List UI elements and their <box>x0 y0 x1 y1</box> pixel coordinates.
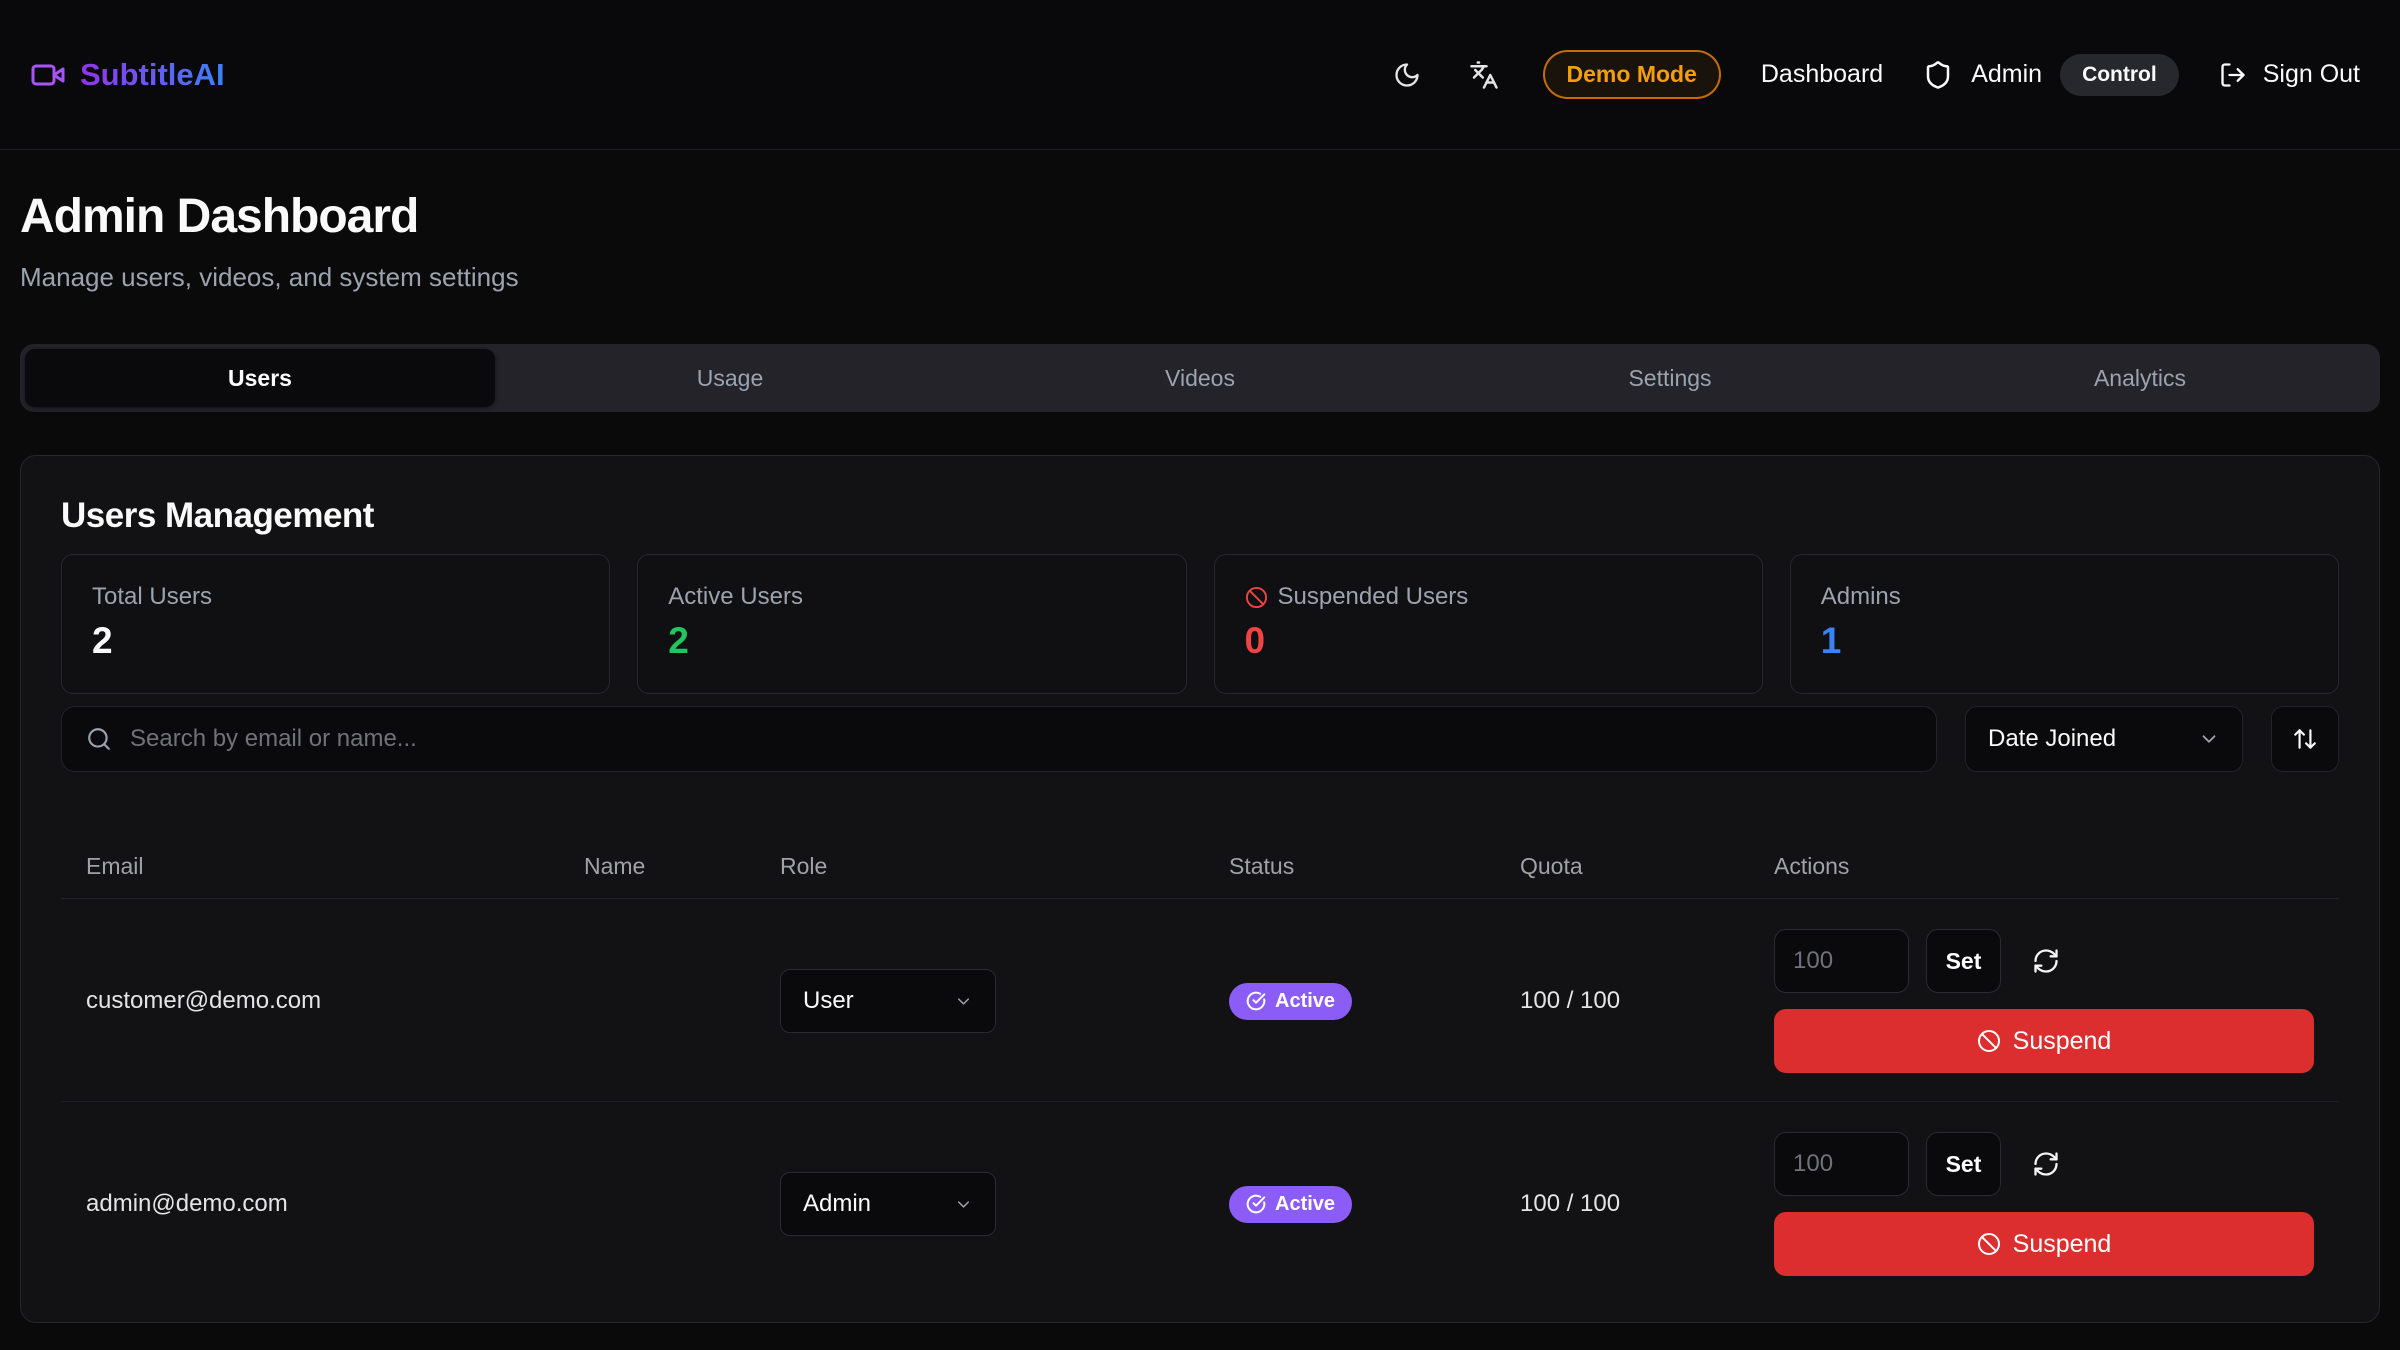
panel-heading: Users Management <box>61 496 2339 536</box>
tab-videos[interactable]: Videos <box>965 349 1435 407</box>
shield-icon <box>1923 60 1953 90</box>
suspend-label: Suspend <box>2013 1027 2112 1056</box>
sign-out-button[interactable]: Sign Out <box>2219 60 2360 89</box>
quota-input[interactable] <box>1774 1132 1909 1196</box>
sort-direction-button[interactable] <box>2271 706 2339 772</box>
sort-field-select[interactable]: Date Joined <box>1965 706 2243 772</box>
stat-value: 2 <box>92 620 579 662</box>
top-nav: Demo Mode Dashboard Admin Control Sign O… <box>1389 50 2360 99</box>
users-table: Email Name Role Status Quota Actions cus… <box>61 828 2339 1304</box>
column-header-actions: Actions <box>1774 853 2339 880</box>
ban-icon <box>1245 586 1268 609</box>
sign-out-label: Sign Out <box>2263 60 2360 89</box>
column-header-name: Name <box>584 853 780 880</box>
languages-icon <box>1469 60 1499 90</box>
refresh-icon <box>2032 947 2060 975</box>
column-header-status: Status <box>1229 853 1520 880</box>
user-email: customer@demo.com <box>61 987 584 1015</box>
admin-label: Admin <box>1971 60 2042 89</box>
tab-usage[interactable]: Usage <box>495 349 965 407</box>
stat-card-total-users: Total Users 2 <box>61 554 610 694</box>
status-label: Active <box>1275 990 1335 1013</box>
stat-card-admins: Admins 1 <box>1790 554 2339 694</box>
stat-card-active-users: Active Users 2 <box>637 554 1186 694</box>
row-actions: Set Suspend <box>1774 929 2314 1073</box>
ban-icon <box>1977 1029 2001 1053</box>
quota-value: 100 / 100 <box>1520 1190 1774 1218</box>
table-row: admin@demo.com Admin Acti <box>61 1102 2339 1304</box>
column-header-role: Role <box>780 853 1229 880</box>
top-bar: SubtitleAI Demo Mode Dashboard Admin Con… <box>0 0 2400 150</box>
stat-label: Admins <box>1821 583 1901 611</box>
refresh-icon <box>2032 1150 2060 1178</box>
role-value: Admin <box>803 1190 871 1218</box>
moon-icon <box>1393 61 1421 89</box>
users-management-panel: Users Management Total Users 2 Active Us… <box>20 455 2380 1323</box>
tab-analytics[interactable]: Analytics <box>1905 349 2375 407</box>
user-email: admin@demo.com <box>61 1190 584 1218</box>
chevron-down-icon <box>2198 728 2220 750</box>
stat-label: Total Users <box>92 583 212 611</box>
set-quota-button[interactable]: Set <box>1926 929 2001 993</box>
control-badge: Control <box>2060 54 2179 96</box>
quota-input[interactable] <box>1774 929 1909 993</box>
chevron-down-icon <box>954 1195 973 1214</box>
brand-name: SubtitleAI <box>80 57 225 93</box>
tab-users[interactable]: Users <box>25 349 495 407</box>
suspend-label: Suspend <box>2013 1230 2112 1259</box>
quota-value: 100 / 100 <box>1520 987 1774 1015</box>
stat-value: 2 <box>668 620 1155 662</box>
role-value: User <box>803 987 854 1015</box>
suspend-button[interactable]: Suspend <box>1774 1009 2314 1073</box>
video-camera-icon <box>30 57 66 93</box>
admin-indicator: Admin Control <box>1923 54 2179 96</box>
status-badge: Active <box>1229 1186 1352 1223</box>
stat-value: 1 <box>1821 620 2308 662</box>
circle-check-icon <box>1246 1194 1266 1214</box>
search-input[interactable] <box>130 725 1912 753</box>
page-title: Admin Dashboard <box>20 188 2380 247</box>
refresh-quota-button[interactable] <box>2032 947 2060 975</box>
set-quota-button[interactable]: Set <box>1926 1132 2001 1196</box>
role-select[interactable]: Admin <box>780 1172 996 1236</box>
sort-field-value: Date Joined <box>1988 725 2116 753</box>
chevron-down-icon <box>954 992 973 1011</box>
column-header-email: Email <box>61 853 584 880</box>
suspend-button[interactable]: Suspend <box>1774 1212 2314 1276</box>
role-select[interactable]: User <box>780 969 996 1033</box>
status-badge: Active <box>1229 983 1352 1020</box>
tab-bar: Users Usage Videos Settings Analytics <box>20 344 2380 412</box>
stat-value: 0 <box>1245 620 1732 662</box>
theme-toggle-button[interactable] <box>1389 57 1425 93</box>
column-header-quota: Quota <box>1520 853 1774 880</box>
tab-settings[interactable]: Settings <box>1435 349 1905 407</box>
circle-check-icon <box>1246 991 1266 1011</box>
status-label: Active <box>1275 1193 1335 1216</box>
demo-mode-badge: Demo Mode <box>1543 50 1721 99</box>
page-subtitle: Manage users, videos, and system setting… <box>20 261 2380 295</box>
search-icon <box>86 726 112 752</box>
stats-row: Total Users 2 Active Users 2 Suspended U… <box>61 554 2339 694</box>
log-out-icon <box>2219 61 2247 89</box>
search-box <box>61 706 1937 772</box>
stat-card-suspended-users: Suspended Users 0 <box>1214 554 1763 694</box>
dashboard-link[interactable]: Dashboard <box>1761 60 1883 89</box>
table-row: customer@demo.com User Ac <box>61 899 2339 1102</box>
refresh-quota-button[interactable] <box>2032 1150 2060 1178</box>
search-row: Date Joined <box>61 706 2339 772</box>
stat-label: Suspended Users <box>1278 583 1469 611</box>
language-toggle-button[interactable] <box>1465 56 1503 94</box>
brand-logo[interactable]: SubtitleAI <box>30 57 225 93</box>
row-actions: Set Suspend <box>1774 1132 2314 1276</box>
arrow-up-down-icon <box>2292 726 2318 752</box>
ban-icon <box>1977 1232 2001 1256</box>
main-content: Admin Dashboard Manage users, videos, an… <box>0 188 2400 1323</box>
stat-label: Active Users <box>668 583 803 611</box>
table-header-row: Email Name Role Status Quota Actions <box>61 828 2339 899</box>
